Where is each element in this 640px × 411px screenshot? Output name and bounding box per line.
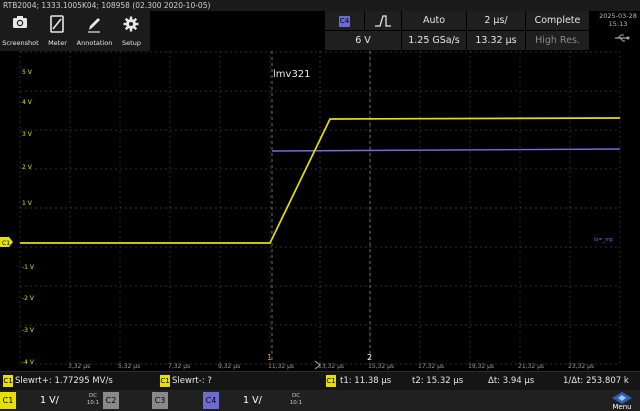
acquisition-panel: C4 6 V Auto 1.25 GSa/s 2 µs/ 13.32 µs Co… — [325, 11, 590, 51]
y-axis-tick-label: 2 V — [22, 164, 33, 171]
channel-1-scale: 1 V/ — [40, 395, 59, 406]
trigger-level-cell[interactable]: 6 V — [325, 31, 402, 51]
title-bar: RTB2004; 1333.1005K04; 108958 (02.300 20… — [0, 0, 640, 11]
channel-2-id: C2 — [103, 392, 119, 409]
trigger-channel-badge: C4 — [339, 16, 350, 27]
slew-rate-negative[interactable]: Slewrt-: ? — [172, 375, 212, 387]
screenshot-button[interactable]: Screenshot — [2, 11, 39, 51]
channel-1-ground-marker: C1 — [0, 237, 13, 247]
cursor-t2[interactable]: t2: 15.32 µs — [412, 375, 463, 387]
y-axis-tick-label: -4 V — [22, 359, 35, 366]
x-axis-tick-label: 23,32 µs — [568, 363, 594, 370]
measurement-bar: C1 Slewrt+: 1.77295 MV/s C1 Slewrt-: ? C… — [0, 371, 640, 390]
channel-4-id: C4 — [203, 392, 219, 409]
channel-bar: C1 1 V/ DC 10:1 C2 C3 C4 1 V/ DC 10:1 Menu — [0, 390, 640, 411]
cursor-t1[interactable]: t1: 11.38 µs — [340, 375, 391, 387]
measurement-1-channel-badge: C1 — [3, 375, 13, 387]
trigger-slope-cell[interactable] — [365, 11, 402, 31]
setup-label: Setup — [122, 39, 141, 47]
time-position-cell[interactable]: 13.32 µs — [467, 31, 526, 51]
camera-icon — [13, 16, 27, 28]
x-axis-tick-label: 15,32 µs — [368, 363, 394, 370]
channel-1-marker-text: C1 — [2, 240, 10, 247]
x-axis-tick-label: 19,32 µs — [468, 363, 494, 370]
meter-icon — [50, 15, 64, 33]
acquisition-state-cell[interactable]: Complete — [526, 11, 590, 31]
bus-label: lo=_mp — [594, 237, 613, 243]
rising-edge-icon — [375, 15, 391, 27]
clock: 2025-03-28 15:13 — [596, 12, 640, 28]
meter-label: Meter — [48, 39, 67, 47]
channel-1-id: C1 — [0, 392, 16, 409]
time-text: 15:13 — [608, 20, 628, 28]
channel-1-coupling: DC 10:1 — [86, 393, 100, 406]
x-axis-tick-label: 7,32 µs — [168, 363, 190, 370]
x-axis-tick-label: 3,32 µs — [68, 363, 90, 370]
gear-icon — [123, 16, 139, 32]
cursor-inverse-delta-t[interactable]: 1/Δt: 253.807 k — [563, 375, 629, 387]
x-axis-tick-label: 21,32 µs — [518, 363, 544, 370]
slew-rate-positive[interactable]: Slewrt+: 1.77295 MV/s — [15, 375, 113, 387]
channel-4-trace — [271, 148, 621, 152]
cursor-channel-badge: C1 — [326, 375, 336, 387]
instrument-title: RTB2004; 1333.1005K04; 108958 (02.300 20… — [3, 1, 211, 10]
y-axis-labels: 5 V 4 V 3 V 2 V 1 V -1 V -2 V -3 V -4 V — [22, 69, 35, 366]
pencil-icon — [88, 18, 100, 33]
y-axis-tick-label: -2 V — [22, 295, 35, 302]
waveform-label: lmv321 — [273, 69, 311, 80]
cursor-2-label[interactable]: 2 — [367, 353, 372, 362]
date-text: 2025-03-28 — [599, 12, 637, 20]
x-axis-tick-label: 13,32 µs — [318, 363, 344, 370]
trigger-mode-cell[interactable]: Auto — [402, 11, 467, 31]
graticule — [19, 51, 621, 365]
resolution-cell[interactable]: High Res. — [526, 31, 590, 51]
cursor-1-label[interactable]: 1 — [267, 353, 272, 362]
usb-icon — [615, 34, 630, 42]
y-axis-tick-label: -1 V — [22, 264, 35, 271]
toolbar: Screenshot Meter Annotation Setup — [0, 11, 150, 51]
y-axis-tick-label: 1 V — [22, 200, 33, 207]
y-axis-tick-label: 4 V — [22, 99, 33, 106]
x-axis-tick-label: 11,32 µs — [268, 363, 294, 370]
meter-button[interactable]: Meter — [39, 11, 76, 51]
channel-4-scale: 1 V/ — [243, 395, 262, 406]
measurement-2-channel-badge: C1 — [160, 375, 170, 387]
timebase-cell[interactable]: 2 µs/ — [467, 11, 526, 31]
y-axis-tick-label: 5 V — [22, 69, 33, 76]
y-axis-tick-label: -3 V — [22, 327, 35, 334]
channel-3-id: C3 — [152, 392, 168, 409]
menu-button[interactable]: Menu — [606, 392, 638, 411]
annotation-label: Annotation — [76, 39, 113, 47]
x-axis-tick-label: 9,32 µs — [218, 363, 240, 370]
y-axis-tick-label: 3 V — [22, 131, 33, 138]
menu-label: Menu — [612, 403, 632, 411]
setup-button[interactable]: Setup — [113, 11, 150, 51]
annotation-button[interactable]: Annotation — [76, 11, 113, 51]
waveform-display[interactable]: 5 V 4 V 3 V 2 V 1 V -1 V -2 V -3 V -4 V 3,32 µs 5… — [0, 51, 640, 371]
cursor-delta-t[interactable]: Δt: 3.94 µs — [488, 375, 534, 387]
screenshot-label: Screenshot — [2, 39, 39, 47]
sample-rate-cell[interactable]: 1.25 GSa/s — [402, 31, 467, 51]
x-axis-tick-label: 5,32 µs — [118, 363, 140, 370]
x-axis-tick-label: 17,32 µs — [418, 363, 444, 370]
trigger-source-cell[interactable]: C4 — [325, 11, 365, 31]
channel-4-coupling: DC 10:1 — [289, 393, 303, 406]
